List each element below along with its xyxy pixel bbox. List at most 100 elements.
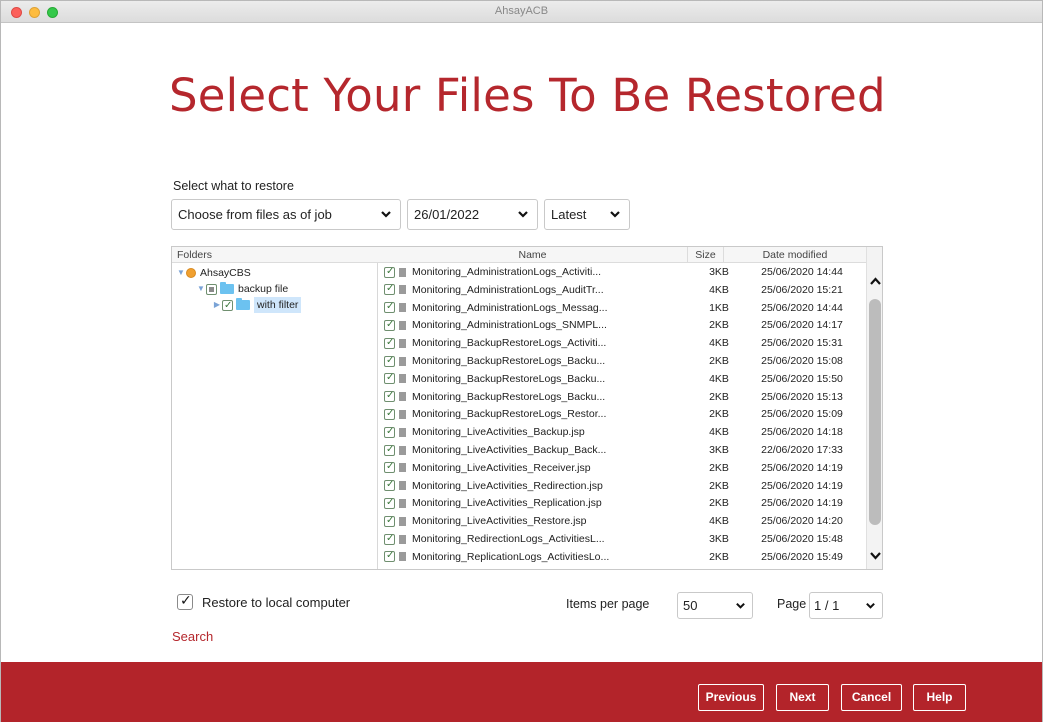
- file-name: Monitoring_BackupRestoreLogs_Backu...: [412, 390, 606, 403]
- help-button[interactable]: Help: [913, 684, 966, 711]
- tree-item-label: AhsayCBS: [200, 267, 251, 279]
- items-per-page-dropdown[interactable]: 50: [677, 592, 753, 619]
- version-dropdown[interactable]: Latest: [544, 199, 630, 230]
- file-icon: [399, 356, 406, 366]
- file-size: 2KB: [709, 497, 729, 510]
- file-checkbox[interactable]: [384, 532, 395, 546]
- date-dropdown[interactable]: 26/01/2022: [407, 199, 538, 230]
- page-title: Select Your Files To Be Restored: [169, 69, 886, 122]
- file-row[interactable]: Monitoring_ReplicationLogs_ActivitiesLo.…: [378, 549, 866, 564]
- expand-arrow-icon[interactable]: ▼: [176, 265, 186, 281]
- tree-item-label: backup file: [238, 283, 289, 295]
- restore-mode-dropdown[interactable]: Choose from files as of job: [171, 199, 401, 230]
- size-column-header[interactable]: Size: [688, 247, 724, 263]
- file-row[interactable]: Monitoring_BackupRestoreLogs_Backu... 2KB…: [378, 354, 866, 368]
- file-checkbox[interactable]: [384, 478, 395, 493]
- file-checkbox[interactable]: [384, 318, 395, 332]
- file-checkbox[interactable]: [384, 336, 395, 350]
- file-checkbox[interactable]: [384, 407, 395, 421]
- file-name: Monitoring_BackupRestoreLogs_Activiti...: [412, 337, 607, 350]
- file-checkbox[interactable]: [384, 389, 395, 404]
- page-value: 1 / 1: [814, 598, 840, 613]
- file-row[interactable]: Monitoring_LiveActivities_Redirection.js…: [378, 478, 866, 493]
- file-row[interactable]: Monitoring_BackupRestoreLogs_Activiti...…: [378, 336, 866, 350]
- file-name: Monitoring_LiveActivities_Receiver.jsp: [412, 461, 591, 474]
- chevron-down-icon: [518, 211, 528, 218]
- previous-button[interactable]: Previous: [698, 684, 764, 711]
- file-size: 4KB: [709, 283, 729, 296]
- file-size: 3KB: [709, 533, 729, 545]
- file-name: Monitoring_LiveActivities_Redirection.js…: [412, 479, 603, 492]
- file-row[interactable]: Monitoring_BackupRestoreLogs_Restor... 2K…: [378, 407, 866, 421]
- file-row[interactable]: Monitoring_LiveActivities_Backup_Back...…: [378, 443, 866, 457]
- next-button[interactable]: Next: [776, 684, 829, 711]
- file-checkbox[interactable]: [384, 265, 395, 279]
- file-row[interactable]: Monitoring_RedirectionLogs_ActivitiesL..…: [378, 532, 866, 546]
- page-label: Page: [777, 597, 807, 611]
- file-row[interactable]: Monitoring_BackupRestoreLogs_Backu... 4KB…: [378, 371, 866, 386]
- file-date: 22/06/2020 17:33: [761, 444, 843, 456]
- page-dropdown[interactable]: 1 / 1: [809, 592, 883, 619]
- cancel-button[interactable]: Cancel: [841, 684, 902, 711]
- ahsaycbs-icon: [186, 268, 196, 278]
- restore-local-label: Restore to local computer: [202, 595, 351, 610]
- checked-checkbox[interactable]: [222, 298, 233, 314]
- collapse-arrow-icon[interactable]: ▶: [212, 297, 222, 313]
- name-column-header[interactable]: Name: [378, 247, 688, 263]
- folders-header: Folders: [172, 247, 378, 263]
- file-row[interactable]: Monitoring_LiveActivities_Restore.jsp 4KB…: [378, 514, 866, 528]
- file-size: 3KB: [709, 266, 729, 278]
- folder-icon: [220, 282, 234, 294]
- scrollbar-thumb[interactable]: [869, 299, 881, 525]
- file-icon: [399, 285, 406, 295]
- file-row[interactable]: Monitoring_LiveActivities_Replication.js…: [378, 496, 866, 510]
- file-checkbox[interactable]: [384, 443, 395, 457]
- tree-item-backup-file[interactable]: ▼ backup file: [196, 281, 288, 297]
- file-row[interactable]: Monitoring_BackupRestoreLogs_Backu... 2KB…: [378, 389, 866, 404]
- file-checkbox[interactable]: [384, 496, 395, 510]
- file-row[interactable]: Monitoring_AdministrationLogs_AuditTr...…: [378, 282, 866, 297]
- tree-item-root[interactable]: ▼ AhsayCBS: [176, 265, 251, 281]
- file-checkbox[interactable]: [384, 300, 395, 315]
- title-bar: AhsayACB: [1, 1, 1042, 23]
- file-row[interactable]: Monitoring_LiveActivities_Backup.jsp 4KB 2…: [378, 425, 866, 439]
- scroll-up-icon[interactable]: [870, 277, 881, 286]
- file-name: Monitoring_BackupRestoreLogs_Backu...: [412, 372, 606, 385]
- file-icon: [399, 338, 406, 348]
- file-row[interactable]: Monitoring_LiveActivities_Receiver.jsp 2K…: [378, 460, 866, 475]
- file-row[interactable]: Monitoring_AdministrationLogs_Activiti..…: [378, 265, 866, 279]
- file-size: 4KB: [709, 426, 729, 439]
- tree-item-with-filter[interactable]: ▶ with filter: [212, 297, 302, 314]
- file-name: Monitoring_ReplicationLogs_ActivitiesLo.…: [412, 550, 610, 563]
- file-icon: [399, 481, 406, 491]
- file-checkbox[interactable]: [384, 371, 395, 386]
- file-checkbox[interactable]: [384, 354, 395, 368]
- file-checkbox[interactable]: [384, 425, 395, 439]
- items-per-page-value: 50: [683, 598, 698, 613]
- file-size: 2KB: [709, 319, 729, 332]
- chevron-down-icon: [381, 211, 391, 218]
- file-checkbox[interactable]: [384, 514, 395, 528]
- file-icon: [399, 303, 406, 313]
- restore-local-checkbox[interactable]: [177, 592, 193, 610]
- file-date: 25/06/2020 15:09: [761, 408, 843, 421]
- scroll-down-icon[interactable]: [870, 551, 881, 560]
- file-size: 2KB: [709, 390, 729, 403]
- chevron-down-icon: [736, 602, 745, 609]
- file-icon: [399, 321, 406, 331]
- search-link[interactable]: Search: [172, 629, 213, 644]
- vertical-scrollbar[interactable]: [866, 247, 882, 569]
- partial-checkbox[interactable]: [206, 283, 217, 295]
- items-per-page-label: Items per page: [566, 597, 650, 611]
- file-checkbox[interactable]: [384, 549, 395, 564]
- file-checkbox[interactable]: [384, 460, 395, 475]
- file-row[interactable]: Monitoring_AdministrationLogs_Messag... 1…: [378, 300, 866, 315]
- file-browser: Folders ▼ AhsayCBS ▼ backup file ▶ with …: [171, 246, 883, 570]
- expand-arrow-icon[interactable]: ▼: [196, 281, 206, 297]
- date-column-header[interactable]: Date modified: [724, 247, 866, 263]
- file-size: 2KB: [709, 550, 729, 563]
- file-row[interactable]: Monitoring_AdministrationLogs_SNMPL... 2K…: [378, 318, 866, 332]
- file-checkbox[interactable]: [384, 282, 395, 297]
- file-date: 25/06/2020 15:21: [761, 283, 843, 296]
- file-list-header: Name Size Date modified: [378, 247, 866, 263]
